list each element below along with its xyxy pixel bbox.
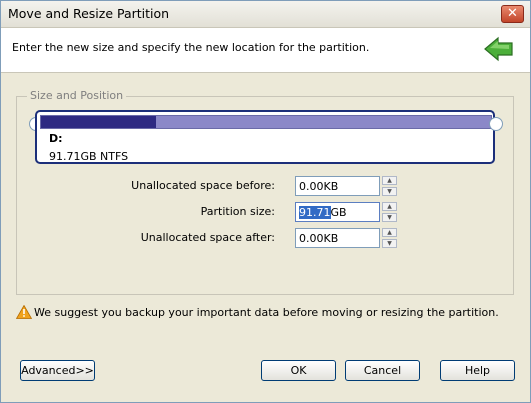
partition-block[interactable]: D: 91.71GB NTFS: [35, 110, 495, 164]
green-arrow-icon: [484, 36, 513, 62]
unallocated-after-label: Unallocated space after:: [140, 231, 275, 244]
partition-size-row: Partition size: 91.71GB ▲ ▼: [17, 202, 517, 222]
partition-size-label: Partition size:: [200, 205, 275, 218]
help-button[interactable]: Help: [440, 360, 515, 381]
cancel-button[interactable]: Cancel: [345, 360, 420, 381]
drive-letter: D:: [49, 132, 63, 145]
ok-button[interactable]: OK: [261, 360, 336, 381]
usage-fill: [41, 116, 156, 128]
window-title: Move and Resize Partition: [8, 6, 170, 21]
selected-text: 91.71: [299, 206, 331, 219]
warning-text: We suggest you backup your important dat…: [34, 306, 499, 319]
partition-size-input[interactable]: 91.71GB: [295, 202, 380, 222]
spin-up-button[interactable]: ▲: [382, 202, 397, 211]
spin-up-button[interactable]: ▲: [382, 176, 397, 185]
unallocated-before-row: Unallocated space before: 0.00KB ▲ ▼: [17, 176, 517, 196]
unit-text: GB: [330, 206, 347, 219]
advanced-button[interactable]: Advanced>>: [20, 360, 95, 381]
unallocated-after-row: Unallocated space after: 0.00KB ▲ ▼: [17, 228, 517, 248]
right-resize-handle[interactable]: [489, 117, 503, 131]
spin-down-button[interactable]: ▼: [382, 187, 397, 196]
close-button[interactable]: ✕: [501, 5, 524, 23]
drive-size: 91.71GB NTFS: [49, 150, 129, 163]
warning-icon: [16, 305, 32, 319]
dialog-window: Move and Resize Partition ✕ Enter the ne…: [0, 0, 531, 403]
unallocated-before-spinner: ▲ ▼: [382, 176, 397, 196]
header-panel: Enter the new size and specify the new l…: [1, 28, 530, 73]
spin-down-button[interactable]: ▼: [382, 213, 397, 222]
unallocated-before-input[interactable]: 0.00KB: [295, 176, 380, 196]
size-position-group: Size and Position D: 91.71GB NTFS Unallo…: [16, 89, 517, 295]
spin-down-button[interactable]: ▼: [382, 239, 397, 248]
spin-up-button[interactable]: ▲: [382, 228, 397, 237]
unallocated-after-input[interactable]: 0.00KB: [295, 228, 380, 248]
unallocated-after-spinner: ▲ ▼: [382, 228, 397, 248]
title-bar[interactable]: Move and Resize Partition ✕: [1, 1, 530, 28]
instruction-text: Enter the new size and specify the new l…: [12, 41, 370, 54]
group-label: Size and Position: [27, 89, 127, 102]
usage-bar: [40, 115, 492, 129]
unallocated-before-label: Unallocated space before:: [131, 179, 275, 192]
partition-size-spinner: ▲ ▼: [382, 202, 397, 222]
dialog-body: Size and Position D: 91.71GB NTFS Unallo…: [1, 73, 530, 402]
